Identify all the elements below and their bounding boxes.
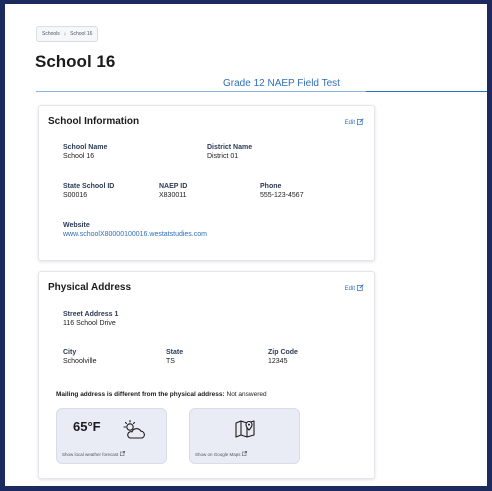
breadcrumb: Schools › School 16 xyxy=(36,26,99,42)
zip-field: Zip Code 12345 xyxy=(268,349,298,365)
physical-address-title: Physical Address xyxy=(48,282,132,293)
weather-caption: Show local weather forecast xyxy=(62,451,125,457)
naep-id-field: NAEP ID X830011 xyxy=(159,183,188,199)
state-id-field: State School ID S00016 xyxy=(63,183,115,199)
weather-tile[interactable]: 65°F Show local weather forecast xyxy=(56,408,167,464)
partly-cloudy-icon xyxy=(123,419,145,439)
map-pin-icon xyxy=(235,420,255,438)
website-field: Website www.schoolX80000100016.westatstu… xyxy=(63,222,207,238)
maps-tile[interactable]: Show on Google Maps xyxy=(189,408,300,464)
title-divider xyxy=(36,91,487,92)
city-field: City Schoolville xyxy=(63,349,97,365)
school-info-card: School Information Edit School Name Scho… xyxy=(38,105,375,261)
state-field: State TS xyxy=(166,349,184,365)
breadcrumb-schools[interactable]: Schools xyxy=(42,31,60,37)
school-info-edit-button[interactable]: Edit xyxy=(345,118,364,127)
school-name-field: School Name School 16 xyxy=(63,144,108,160)
street-field: Street Address 1 116 School Drive xyxy=(63,311,119,327)
physical-address-card: Physical Address Edit Street Address 1 1… xyxy=(38,271,375,479)
main-content: Schools › School 16 School 16 Grade 12 N… xyxy=(5,4,487,486)
mailing-value: Not answered xyxy=(226,391,267,398)
website-link[interactable]: www.schoolX80000100016.westatstudies.com xyxy=(63,231,207,238)
edit-label: Edit xyxy=(344,285,355,292)
page-subtitle: Grade 12 NAEP Field Test xyxy=(223,78,340,89)
edit-label: Edit xyxy=(344,119,355,126)
breadcrumb-current: School 16 xyxy=(70,31,93,37)
phone-field: Phone 555-123-4567 xyxy=(260,183,304,199)
edit-icon xyxy=(357,284,364,293)
physical-address-edit-button[interactable]: Edit xyxy=(345,284,364,293)
edit-icon xyxy=(357,118,364,127)
district-name-field: District Name District 01 xyxy=(207,144,253,160)
weather-temp: 65°F xyxy=(73,419,101,434)
external-link-icon xyxy=(241,451,247,457)
chevron-right-icon: › xyxy=(63,30,67,38)
page-title: School 16 xyxy=(35,52,116,71)
school-info-title: School Information xyxy=(48,116,140,127)
mailing-label: Mailing address is different from the ph… xyxy=(56,391,225,398)
mailing-address-row: Mailing address is different from the ph… xyxy=(56,391,267,398)
maps-caption: Show on Google Maps xyxy=(195,451,247,457)
external-link-icon xyxy=(119,451,125,457)
